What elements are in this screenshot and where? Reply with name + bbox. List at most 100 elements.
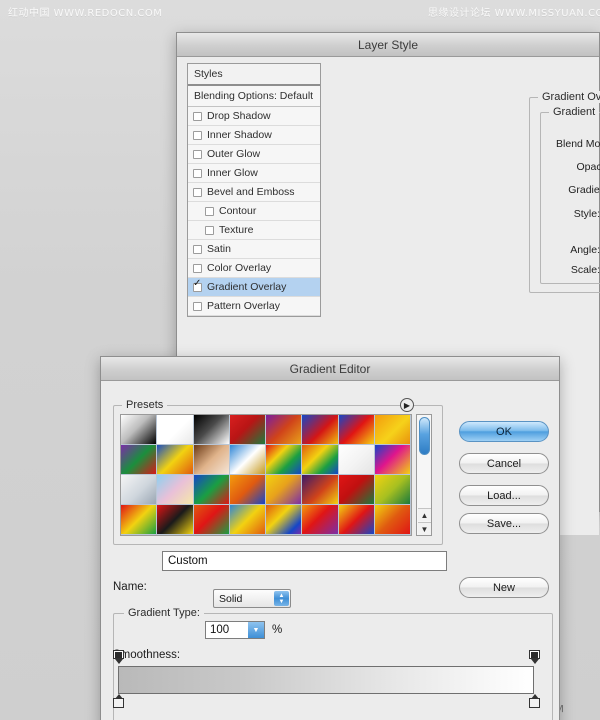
checkbox-icon[interactable] <box>193 263 202 273</box>
gradient-preset-swatch[interactable] <box>229 445 266 475</box>
name-label: Name: <box>113 581 147 593</box>
gradient-preset-swatch[interactable] <box>374 445 411 475</box>
gradient-preset-swatch[interactable] <box>302 475 339 505</box>
gradient-preset-swatch[interactable] <box>266 475 303 505</box>
gradient-preset-swatch[interactable] <box>194 535 230 536</box>
gradient-preset-swatch[interactable] <box>266 415 303 445</box>
presets-menu-icon[interactable]: ▶ <box>400 398 414 412</box>
checkbox-icon[interactable] <box>193 187 202 197</box>
style-item-drop-shadow[interactable]: Drop Shadow <box>188 107 320 126</box>
gradient-preset-swatch[interactable] <box>157 445 194 475</box>
gradient-preset-swatch[interactable] <box>229 505 266 535</box>
gradient-preset-swatch[interactable] <box>266 535 302 536</box>
gradient-preset-swatch[interactable] <box>121 445 158 475</box>
gradient-preset-swatch[interactable] <box>157 415 194 445</box>
gradient-preset-swatch[interactable] <box>229 415 266 445</box>
gradient-preset-swatch[interactable] <box>230 535 266 536</box>
gradient-preset-swatch[interactable] <box>302 505 339 535</box>
gradient-preset-swatch[interactable] <box>121 475 158 505</box>
style-item-label: Satin <box>207 243 231 255</box>
gradient-preset-swatch[interactable] <box>193 505 230 535</box>
style-item-outer-glow[interactable]: Outer Glow <box>188 145 320 164</box>
style-item-satin[interactable]: Satin <box>188 240 320 259</box>
save-button[interactable]: Save... <box>459 513 549 534</box>
scroll-down-icon[interactable]: ▼ <box>418 522 431 535</box>
gradient-opacity-stop[interactable] <box>113 694 124 709</box>
gradient-overlay-section: Gradient Overlay Gradient Blend Mode: No… <box>529 91 600 293</box>
style-item-inner-shadow[interactable]: Inner Shadow <box>188 126 320 145</box>
smoothness-input[interactable]: 100 ▼ <box>205 621 265 639</box>
gradient-preset-swatch[interactable] <box>302 535 338 536</box>
style-item-gradient-overlay[interactable]: Gradient Overlay <box>188 278 320 297</box>
gradient-preset-swatch[interactable] <box>374 415 411 445</box>
gradient-type-select[interactable]: Solid ▲ ▼ <box>213 589 291 608</box>
scale-label: Scale: <box>570 264 600 276</box>
checkbox-icon[interactable] <box>193 244 202 254</box>
presets-scrollbar[interactable]: ▲ ▼ <box>416 414 432 536</box>
cancel-button[interactable]: Cancel <box>459 453 549 474</box>
chevron-down-icon[interactable]: ▼ <box>248 622 264 638</box>
gradient-preset-swatch[interactable] <box>339 535 375 536</box>
blending-options-item[interactable]: Blending Options: Default <box>188 86 320 107</box>
gradient-preset-swatch[interactable] <box>302 445 339 475</box>
blend-mode-label: Blend Mode: <box>556 138 600 150</box>
style-item-pattern-overlay[interactable]: Pattern Overlay <box>188 297 320 316</box>
color-stop-pointer <box>531 659 539 664</box>
gradient-color-stop[interactable] <box>529 650 540 665</box>
checkbox-icon[interactable] <box>205 225 214 235</box>
gradient-preset-swatch[interactable] <box>121 505 158 535</box>
gradient-preset-swatch[interactable] <box>338 475 375 505</box>
gradient-preset-swatch[interactable] <box>193 415 230 445</box>
style-item-label: Color Overlay <box>207 262 272 274</box>
gradient-overlay-legend: Gradient Overlay <box>538 91 600 103</box>
scroll-up-icon[interactable]: ▲ <box>418 508 431 521</box>
color-stop-fill <box>115 652 122 658</box>
checkbox-icon[interactable] <box>193 168 202 178</box>
gradient-preset-swatch[interactable] <box>157 475 194 505</box>
watermark-top-right: 思缘设计论坛 WWW.MISSYUAN.COM <box>428 8 600 19</box>
checkbox-icon[interactable] <box>205 206 214 216</box>
checkbox-icon[interactable] <box>193 279 202 292</box>
layer-style-titlebar[interactable]: Layer Style <box>177 33 599 57</box>
gradient-strip[interactable] <box>118 666 534 694</box>
angle-label: Angle: <box>570 244 600 256</box>
gradient-preset-swatch[interactable] <box>121 535 157 536</box>
checkbox-icon[interactable] <box>193 111 202 121</box>
gradient-preset-swatch[interactable] <box>338 415 375 445</box>
gradient-preset-swatch[interactable] <box>266 505 303 535</box>
gradient-preset-swatch[interactable] <box>157 505 194 535</box>
gradient-preset-swatch[interactable] <box>374 505 411 535</box>
style-item-contour[interactable]: Contour <box>188 202 320 221</box>
checkbox-icon[interactable] <box>193 149 202 159</box>
load-button[interactable]: Load... <box>459 485 549 506</box>
gradient-preset-swatch[interactable] <box>229 475 266 505</box>
ok-button[interactable]: OK <box>459 421 549 442</box>
style-item-label: Texture <box>219 224 254 236</box>
gradient-editor-titlebar[interactable]: Gradient Editor <box>101 357 559 381</box>
gradient-preset-swatch[interactable] <box>338 445 375 475</box>
gradient-preset-swatch[interactable] <box>193 445 230 475</box>
gradient-color-stop[interactable] <box>113 650 124 665</box>
checkbox-icon[interactable] <box>193 130 202 140</box>
gradient-preset-swatch[interactable] <box>375 535 411 536</box>
new-button[interactable]: New <box>459 577 549 598</box>
gradient-type-value: Solid <box>219 592 243 605</box>
style-item-texture[interactable]: Texture <box>188 221 320 240</box>
checkbox-icon[interactable] <box>193 301 202 311</box>
style-item-color-overlay[interactable]: Color Overlay <box>188 259 320 278</box>
gradient-preset-swatch[interactable] <box>338 505 375 535</box>
gradient-preset-swatch[interactable] <box>266 445 303 475</box>
gradient-preset-swatch[interactable] <box>121 415 158 445</box>
gradient-preset-swatch[interactable] <box>193 475 230 505</box>
gradient-preset-swatch[interactable] <box>157 535 193 536</box>
scrollbar-thumb[interactable] <box>419 417 430 455</box>
presets-grid-container[interactable] <box>120 414 412 536</box>
gradient-label: Gradient: <box>568 184 600 196</box>
style-item-bevel-and-emboss[interactable]: Bevel and Emboss <box>188 183 320 202</box>
styles-list-header[interactable]: Styles <box>188 64 320 86</box>
style-item-inner-glow[interactable]: Inner Glow <box>188 164 320 183</box>
gradient-preset-swatch[interactable] <box>302 415 339 445</box>
gradient-preset-swatch[interactable] <box>374 475 411 505</box>
gradient-opacity-stop[interactable] <box>529 694 540 709</box>
name-input[interactable]: Custom <box>162 551 447 571</box>
